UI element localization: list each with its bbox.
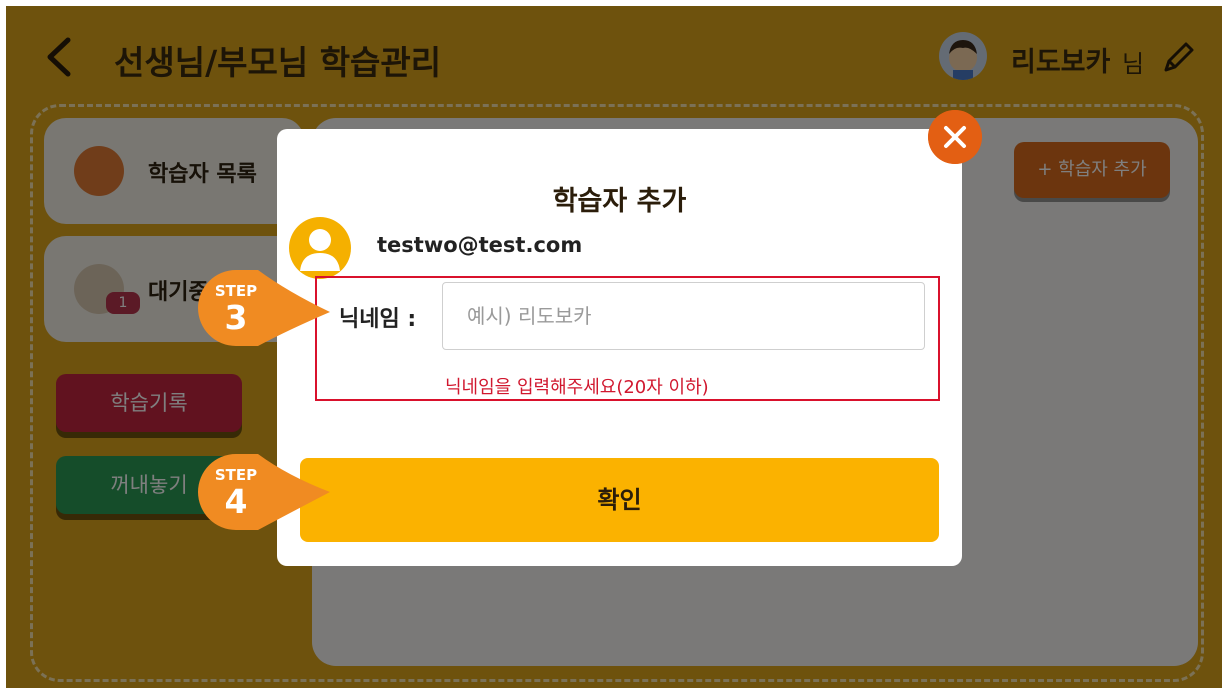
- close-icon[interactable]: [928, 110, 982, 164]
- learner-email: testwo@test.com: [377, 233, 583, 257]
- step-3-callout: STEP 3: [198, 268, 334, 356]
- modal-title: 학습자 추가: [552, 186, 687, 217]
- add-learner-modal: 학습자 추가 testwo@test.com 닉네임 : 닉네임을 입력해주세요…: [277, 129, 962, 566]
- nickname-hint: 닉네임을 입력해주세요(20자 이하): [445, 377, 709, 398]
- nickname-label: 닉네임 :: [339, 307, 417, 332]
- step-4-callout: STEP 4: [198, 452, 334, 540]
- step-4-number: 4: [224, 482, 248, 521]
- app-screen: 선생님/부모님 학습관리 리도보카 님 학습자 목록 1 대기중 학습기록 꺼내…: [6, 6, 1222, 688]
- nickname-input[interactable]: [442, 282, 925, 350]
- step-3-number: 3: [224, 298, 248, 337]
- confirm-button[interactable]: 확인: [300, 458, 939, 542]
